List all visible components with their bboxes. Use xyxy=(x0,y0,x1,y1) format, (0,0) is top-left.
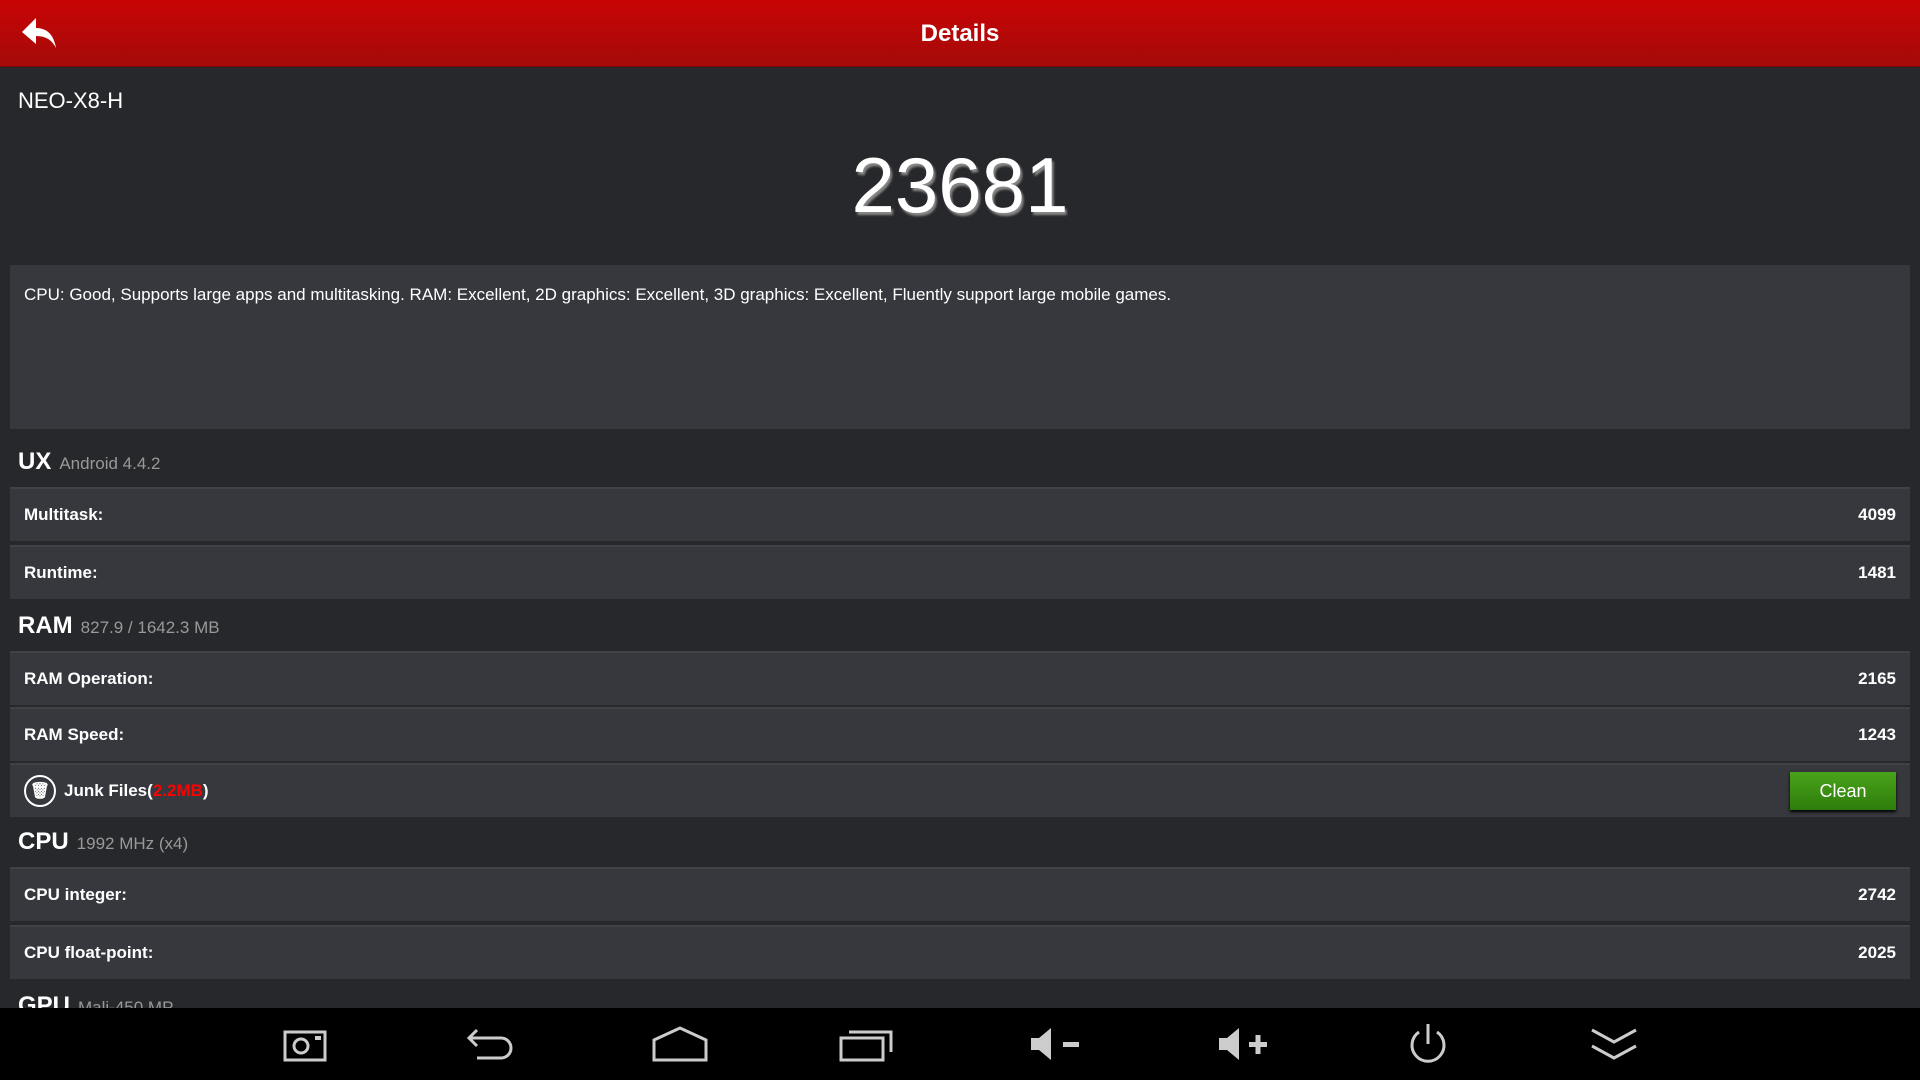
score-description: CPU: Good, Supports large apps and multi… xyxy=(10,265,1910,429)
volume-up-icon[interactable] xyxy=(1213,1020,1273,1068)
row-label: CPU float-point: xyxy=(24,943,154,962)
row-value: 2165 xyxy=(1858,669,1896,688)
system-navbar xyxy=(0,1008,1920,1080)
row-value: 4099 xyxy=(1858,505,1896,524)
volume-down-icon[interactable] xyxy=(1025,1020,1085,1068)
row-value: 1481 xyxy=(1858,563,1896,582)
section-title: CPU xyxy=(18,828,69,855)
row-label: CPU integer: xyxy=(24,885,127,904)
section-title: UX xyxy=(18,448,52,475)
trash-icon: 🗑 xyxy=(24,775,56,807)
table-row: RAM Speed: 1243 xyxy=(10,707,1910,761)
section-cpu: CPU 1992 MHz (x4) xyxy=(18,828,188,856)
section-subtitle: 1992 MHz (x4) xyxy=(76,834,189,853)
table-row: CPU float-point: 2025 xyxy=(10,925,1910,979)
total-score: 23681 xyxy=(851,141,1069,229)
home-icon[interactable] xyxy=(650,1020,710,1068)
section-title: RAM xyxy=(18,612,73,639)
section-ux: UX Android 4.4.2 xyxy=(18,448,160,476)
app-header: Details xyxy=(0,0,1920,67)
section-subtitle: 827.9 / 1642.3 MB xyxy=(80,618,220,637)
page-title: Details xyxy=(920,20,1000,47)
screenshot-icon[interactable] xyxy=(276,1020,336,1068)
table-row: CPU integer: 2742 xyxy=(10,867,1910,921)
table-row: Runtime: 1481 xyxy=(10,545,1910,599)
row-label: RAM Operation: xyxy=(24,669,154,688)
row-value: 2742 xyxy=(1858,885,1896,904)
device-name: NEO-X8-H xyxy=(18,88,124,113)
row-value: 1243 xyxy=(1858,725,1896,744)
junk-files: 🗑 Junk Files(2.2MB) xyxy=(24,775,209,807)
section-ram: RAM 827.9 / 1642.3 MB xyxy=(18,612,220,640)
clean-button[interactable]: Clean xyxy=(1790,772,1896,810)
row-label: Runtime: xyxy=(24,563,98,582)
back-icon[interactable] xyxy=(460,1020,520,1068)
junk-files-row: 🗑 Junk Files(2.2MB) Clean xyxy=(10,763,1910,817)
row-label: RAM Speed: xyxy=(24,725,125,744)
junk-label: Junk Files(2.2MB) xyxy=(64,781,209,800)
power-icon[interactable] xyxy=(1398,1020,1458,1068)
row-value: 2025 xyxy=(1858,943,1896,962)
table-row: RAM Operation: 2165 xyxy=(10,651,1910,705)
table-row: Multitask: 4099 xyxy=(10,487,1910,541)
collapse-icon[interactable] xyxy=(1584,1020,1644,1068)
row-label: Multitask: xyxy=(24,505,104,524)
section-subtitle: Android 4.4.2 xyxy=(59,454,161,473)
recent-apps-icon[interactable] xyxy=(837,1020,897,1068)
